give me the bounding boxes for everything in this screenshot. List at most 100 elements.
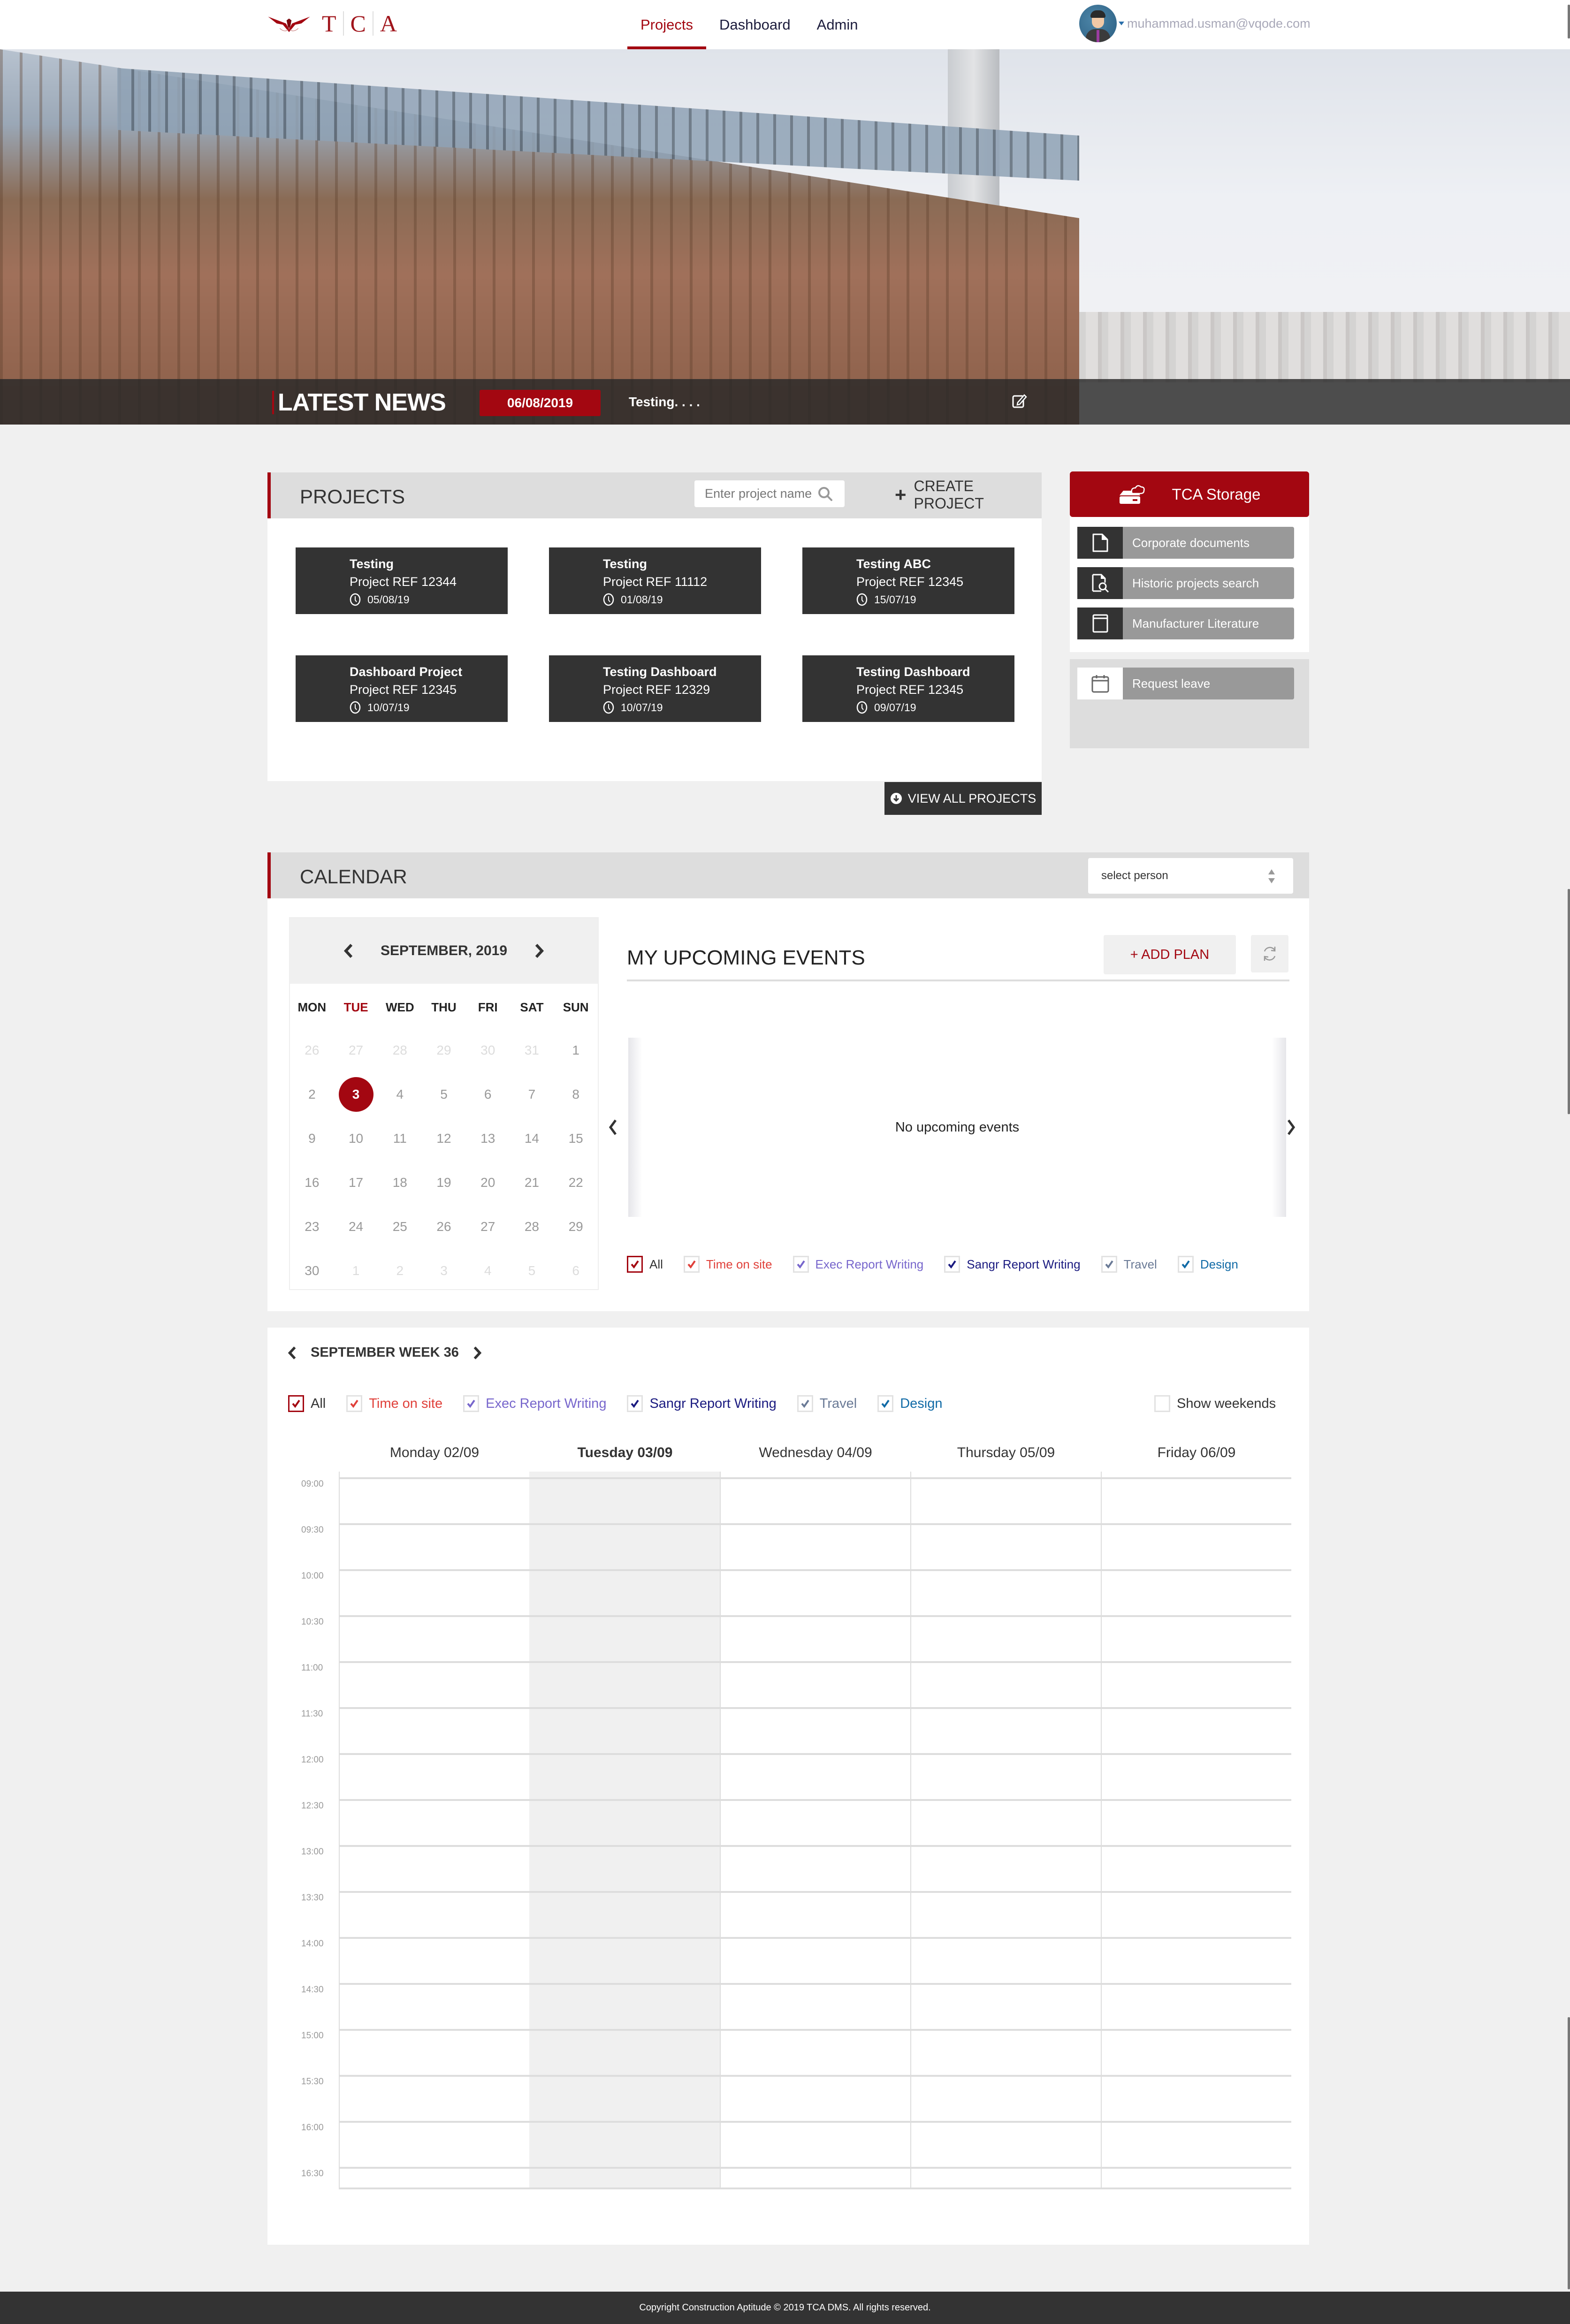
calendar-day[interactable]: 24	[334, 1205, 378, 1249]
add-plan-button[interactable]: + ADD PLAN	[1104, 935, 1236, 974]
create-project-button[interactable]: + CREATE PROJECT	[895, 478, 1042, 512]
tca-logo[interactable]: T C A	[267, 8, 404, 38]
refresh-button[interactable]	[1251, 935, 1288, 972]
user-email[interactable]: muhammad.usman@vqode.com	[1127, 16, 1311, 31]
show-weekends-checkbox[interactable]: Show weekends	[1154, 1395, 1276, 1412]
checkbox[interactable]	[288, 1395, 304, 1412]
calendar-day[interactable]: 1	[334, 1249, 378, 1293]
manufacturer-literature-button[interactable]: Manufacturer Literature	[1077, 608, 1294, 639]
filter-sangr-report-writing[interactable]: Sangr Report Writing	[944, 1256, 1081, 1273]
calendar-day[interactable]: 2	[290, 1072, 334, 1116]
calendar-day[interactable]: 3	[422, 1249, 466, 1293]
checkbox[interactable]	[463, 1395, 480, 1412]
filter-design[interactable]: Design	[877, 1395, 942, 1412]
historic-projects-search-button[interactable]: Historic projects search	[1077, 567, 1294, 599]
nav-dashboard[interactable]: Dashboard	[706, 0, 804, 49]
calendar-day[interactable]: 19	[422, 1161, 466, 1205]
checkbox[interactable]	[346, 1395, 363, 1412]
checkbox[interactable]	[1177, 1256, 1194, 1273]
week-day-column[interactable]	[339, 1472, 529, 2189]
chevron-left-icon[interactable]	[343, 943, 353, 958]
checkbox[interactable]	[683, 1256, 700, 1273]
calendar-day[interactable]: 31	[510, 1028, 554, 1072]
checkbox[interactable]	[627, 1256, 643, 1273]
calendar-day[interactable]: 1	[554, 1028, 598, 1072]
calendar-day[interactable]: 4	[466, 1249, 510, 1293]
checkbox[interactable]	[797, 1395, 813, 1412]
user-menu[interactable]: muhammad.usman@vqode.com	[1079, 2, 1311, 45]
week-day-column[interactable]	[529, 1472, 720, 2189]
checkbox[interactable]	[1154, 1395, 1170, 1412]
calendar-day[interactable]: 17	[334, 1161, 378, 1205]
checkbox[interactable]	[1101, 1256, 1117, 1273]
calendar-day-selected[interactable]: 3	[334, 1072, 378, 1116]
calendar-day[interactable]: 5	[422, 1072, 466, 1116]
checkbox[interactable]	[627, 1395, 643, 1412]
calendar-day[interactable]: 22	[554, 1161, 598, 1205]
nav-admin[interactable]: Admin	[804, 0, 871, 49]
project-card[interactable]: Testing Dashboard Project REF 12329 10/07/…	[549, 655, 761, 722]
calendar-day[interactable]: 13	[466, 1116, 510, 1161]
calendar-day[interactable]: 10	[334, 1116, 378, 1161]
filter-sangr-report-writing[interactable]: Sangr Report Writing	[627, 1395, 777, 1412]
project-card[interactable]: Testing ABC Project REF 12345 15/07/19	[802, 547, 1014, 614]
filter-time-on-site[interactable]: Time on site	[683, 1256, 772, 1273]
chevron-right-icon[interactable]	[473, 1346, 482, 1360]
calendar-day[interactable]: 28	[510, 1205, 554, 1249]
filter-travel[interactable]: Travel	[797, 1395, 857, 1412]
chevron-left-icon[interactable]	[608, 1119, 617, 1136]
calendar-day[interactable]: 12	[422, 1116, 466, 1161]
calendar-day[interactable]: 6	[466, 1072, 510, 1116]
week-day-column[interactable]	[720, 1472, 910, 2189]
filter-all[interactable]: All	[288, 1395, 326, 1412]
calendar-day[interactable]: 16	[290, 1161, 334, 1205]
filter-all[interactable]: All	[627, 1256, 663, 1273]
calendar-day[interactable]: 21	[510, 1161, 554, 1205]
project-card[interactable]: Dashboard Project Project REF 12345 10/07/…	[296, 655, 508, 722]
calendar-day[interactable]: 29	[422, 1028, 466, 1072]
filter-exec-report-writing[interactable]: Exec Report Writing	[793, 1256, 923, 1273]
project-card[interactable]: Testing Dashboard Project REF 12345 09/07/…	[802, 655, 1014, 722]
calendar-day[interactable]: 28	[378, 1028, 422, 1072]
search-icon[interactable]	[817, 486, 833, 502]
calendar-day[interactable]: 14	[510, 1116, 554, 1161]
nav-projects[interactable]: Projects	[627, 0, 706, 49]
calendar-day[interactable]: 8	[554, 1072, 598, 1116]
calendar-day[interactable]: 11	[378, 1116, 422, 1161]
project-card[interactable]: Testing Project REF 11112 01/08/19	[549, 547, 761, 614]
avatar[interactable]	[1079, 5, 1117, 42]
calendar-day[interactable]: 2	[378, 1249, 422, 1293]
checkbox[interactable]	[877, 1395, 894, 1412]
calendar-day[interactable]: 6	[554, 1249, 598, 1293]
calendar-day[interactable]: 30	[466, 1028, 510, 1072]
filter-design[interactable]: Design	[1177, 1256, 1238, 1273]
tca-storage-button[interactable]: TCA Storage	[1070, 471, 1309, 517]
scrollbar-thumb[interactable]	[1568, 2017, 1570, 2289]
calendar-day[interactable]: 15	[554, 1116, 598, 1161]
calendar-day[interactable]: 20	[466, 1161, 510, 1205]
calendar-day[interactable]: 27	[334, 1028, 378, 1072]
project-card[interactable]: Testing Project REF 12344 05/08/19	[296, 547, 508, 614]
week-day-column[interactable]	[1101, 1472, 1291, 2189]
week-day-column[interactable]	[910, 1472, 1101, 2189]
project-search[interactable]	[694, 480, 845, 507]
calendar-day[interactable]: 27	[466, 1205, 510, 1249]
edit-icon[interactable]	[1012, 393, 1027, 409]
corporate-documents-button[interactable]: Corporate documents	[1077, 527, 1294, 559]
checkbox[interactable]	[944, 1256, 960, 1273]
dropdown-caret-icon[interactable]	[1119, 22, 1124, 25]
calendar-day[interactable]: 26	[422, 1205, 466, 1249]
calendar-day[interactable]: 4	[378, 1072, 422, 1116]
calendar-day[interactable]: 23	[290, 1205, 334, 1249]
filter-time-on-site[interactable]: Time on site	[346, 1395, 442, 1412]
chevron-right-icon[interactable]	[534, 943, 545, 958]
chevron-right-icon[interactable]	[1287, 1119, 1296, 1136]
news-text[interactable]: Testing. . . .	[629, 395, 700, 410]
calendar-day[interactable]: 7	[510, 1072, 554, 1116]
request-leave-button[interactable]: Request leave	[1077, 668, 1294, 699]
week-grid-area[interactable]	[339, 1472, 1291, 2189]
calendar-day[interactable]: 30	[290, 1249, 334, 1293]
checkbox[interactable]	[793, 1256, 809, 1273]
chevron-left-icon[interactable]	[287, 1346, 297, 1360]
project-search-input[interactable]	[705, 486, 817, 501]
